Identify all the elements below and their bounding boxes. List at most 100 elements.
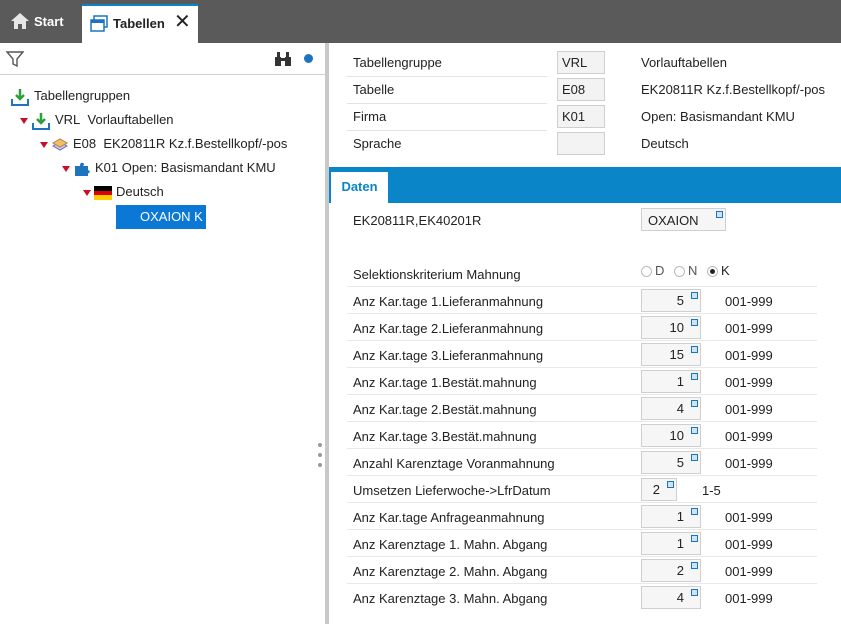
status-dot-icon[interactable] [304, 54, 313, 63]
header-value-field: VRL [557, 51, 605, 74]
number-value: 5 [676, 455, 684, 470]
tab-start[interactable]: Start [0, 0, 78, 43]
expand-arrow-icon[interactable] [20, 117, 28, 124]
header-desc: Deutsch [641, 136, 689, 151]
library-field[interactable]: OXAION [641, 208, 726, 231]
tree-company-code: K01 [95, 160, 119, 175]
number-field[interactable]: 1 [641, 505, 701, 528]
number-field[interactable]: 10 [641, 424, 701, 447]
number-field[interactable]: 1 [641, 532, 701, 555]
header-row-tabelle: Tabelle E08 EK20811R Kz.f.Bestellkopf/-p… [347, 76, 837, 103]
field-help-icon[interactable] [691, 508, 698, 515]
field-help-icon[interactable] [691, 373, 698, 380]
field-help-icon[interactable] [691, 535, 698, 542]
number-field[interactable]: 5 [641, 289, 701, 312]
range-hint: 001-999 [725, 402, 773, 417]
tree-item-table[interactable]: E08 EK20811R Kz.f.Bestellkopf/-pos [40, 133, 287, 155]
number-field[interactable]: 4 [641, 586, 701, 609]
tree-item-language[interactable]: Deutsch [83, 181, 164, 203]
tree-table-code: E08 [73, 136, 97, 151]
number-value: 10 [669, 428, 684, 443]
range-hint: 001-999 [725, 564, 773, 579]
library-field-value: OXAION [648, 213, 699, 228]
header-label: Tabelle [353, 82, 395, 97]
number-value: 4 [676, 401, 684, 416]
range-hint: 1-5 [702, 483, 721, 498]
download-icon [32, 112, 50, 130]
field-help-icon[interactable] [691, 589, 698, 596]
header-label: Sprache [353, 136, 402, 151]
german-flag-icon [94, 185, 112, 200]
header-desc: Open: Basismandant KMU [641, 109, 795, 124]
tree-group-code: VRL [55, 112, 81, 127]
tree-item-selected[interactable]: OXAION K [116, 205, 206, 229]
close-icon[interactable]: ✕ [174, 12, 191, 32]
radio-option-k[interactable]: K [707, 263, 730, 278]
field-help-icon[interactable] [691, 400, 698, 407]
field-help-icon[interactable] [691, 292, 698, 299]
number-field[interactable]: 10 [641, 316, 701, 339]
binoculars-icon[interactable] [274, 51, 292, 67]
radio-option-n[interactable]: N [674, 263, 697, 278]
field-help-icon[interactable] [691, 454, 698, 461]
number-field[interactable]: 2 [641, 559, 701, 582]
number-field[interactable]: 1 [641, 370, 701, 393]
field-help-icon[interactable] [667, 481, 674, 488]
field-label: Anz Karenztage 2. Mahn. Abgang [353, 564, 548, 579]
tree-panel: Tabellengruppen VRL Vorlauftabellen E08 … [0, 43, 325, 624]
header-row-firma: Firma K01 Open: Basismandant KMU [347, 103, 837, 130]
field-help-icon[interactable] [691, 346, 698, 353]
number-value: 2 [652, 482, 660, 497]
radio-label: K [721, 263, 730, 278]
tree-item-root[interactable]: Tabellengruppen [10, 85, 130, 107]
number-value: 1 [676, 509, 684, 524]
tab-daten[interactable]: Daten [331, 171, 388, 203]
tree-item-root-label: Tabellengruppen [34, 88, 131, 103]
expand-arrow-icon[interactable] [40, 141, 48, 148]
selection-label: Selektionskriterium Mahnung [353, 267, 521, 282]
number-value: 10 [669, 320, 684, 335]
field-row: Umsetzen Lieferwoche->LfrDatum 2 1-5 [347, 476, 817, 503]
selection-row: Selektionskriterium Mahnung D N K [347, 260, 817, 287]
tree-item-group[interactable]: VRL Vorlauftabellen [20, 109, 174, 131]
field-help-icon[interactable] [716, 211, 723, 218]
tree-item-company[interactable]: K01 Open: Basismandant KMU [62, 157, 276, 179]
filter-icon[interactable] [6, 50, 24, 68]
tab-tabellen[interactable]: Tabellen ✕ [82, 4, 198, 43]
header-row-sprache: Sprache Deutsch [347, 130, 837, 157]
puzzle-icon [75, 162, 90, 176]
number-value: 1 [676, 536, 684, 551]
field-label: Anz Kar.tage 2.Bestät.mahnung [353, 402, 537, 417]
field-help-icon[interactable] [691, 562, 698, 569]
expand-arrow-icon[interactable] [83, 189, 91, 196]
tree-table-label: EK20811R Kz.f.Bestellkopf/-pos [103, 136, 288, 151]
field-label: Anzahl Karenztage Voranmahnung [353, 456, 555, 471]
radio-option-d[interactable]: D [641, 263, 664, 278]
field-row: Anz Kar.tage 1.Bestät.mahnung 1 001-999 [347, 368, 817, 395]
number-field[interactable]: 15 [641, 343, 701, 366]
number-value: 4 [676, 590, 684, 605]
detail-panel: Tabellengruppe VRL Vorlauftabellen Tabel… [329, 43, 841, 624]
number-field[interactable]: 4 [641, 397, 701, 420]
range-hint: 001-999 [725, 456, 773, 471]
field-label: Anz Karenztage 1. Mahn. Abgang [353, 537, 548, 552]
field-row: Anz Karenztage 1. Mahn. Abgang 1 001-999 [347, 530, 817, 557]
number-field[interactable]: 5 [641, 451, 701, 474]
expand-arrow-icon[interactable] [62, 165, 70, 172]
range-hint: 001-999 [725, 375, 773, 390]
field-label: Anz Kar.tage 1.Lieferanmahnung [353, 294, 544, 309]
field-label: Anz Kar.tage 3.Lieferanmahnung [353, 348, 544, 363]
tree-group-label: Vorlauftabellen [87, 112, 174, 127]
header-value-field: E08 [557, 78, 605, 101]
selection-radio-group: D N K [641, 263, 736, 278]
field-row: Anz Kar.tage Anfrageanmahnung 1 001-999 [347, 503, 817, 530]
number-field[interactable]: 2 [641, 478, 677, 501]
field-label: Umsetzen Lieferwoche->LfrDatum [353, 483, 551, 498]
section-tab-bar [329, 167, 841, 203]
range-hint: 001-999 [725, 429, 773, 444]
range-hint: 001-999 [725, 510, 773, 525]
header-label: Firma [353, 109, 387, 124]
field-help-icon[interactable] [691, 319, 698, 326]
field-help-icon[interactable] [691, 427, 698, 434]
number-value: 2 [676, 563, 684, 578]
